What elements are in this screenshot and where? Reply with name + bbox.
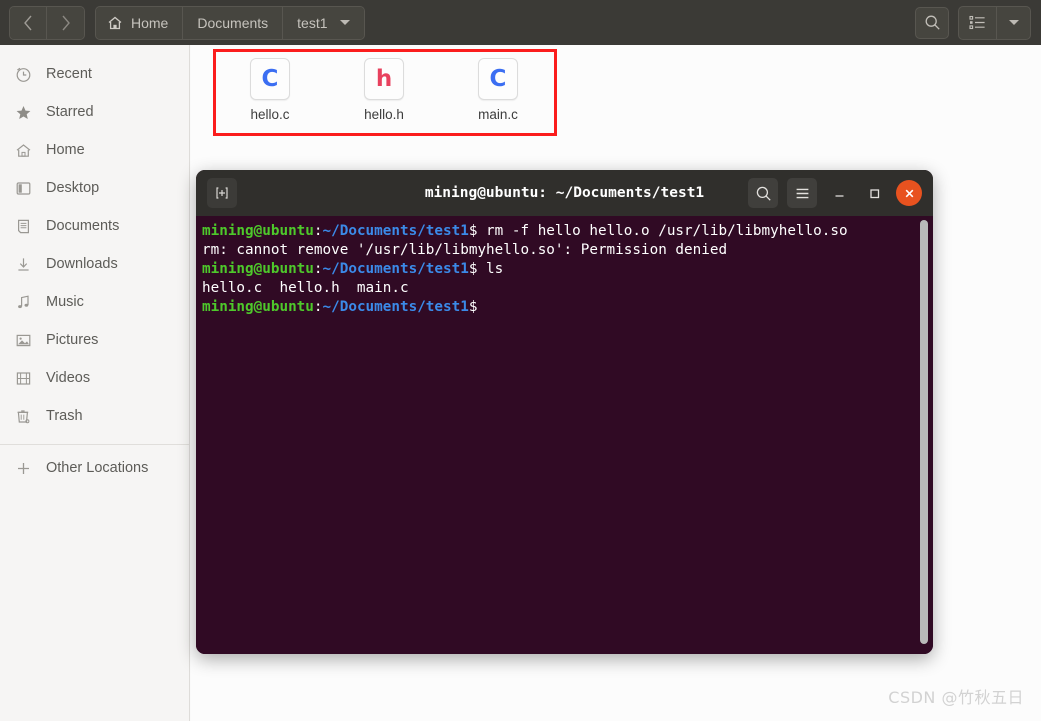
terminal-minimize-button[interactable] [826, 178, 852, 208]
chevron-left-icon [23, 15, 33, 31]
picture-icon [14, 331, 32, 349]
terminal-line: mining@ubuntu:~/Documents/test1$ ls [202, 260, 933, 279]
output-text: rm: cannot remove '/usr/lib/libmyhello.s… [202, 242, 727, 258]
sidebar-item-music[interactable]: Music [0, 283, 189, 321]
sidebar-item-home[interactable]: Home [0, 131, 189, 169]
forward-button[interactable] [47, 7, 84, 39]
plus-icon [14, 459, 32, 477]
file-manager-header: Home Documents test1 [0, 0, 1041, 45]
breadcrumb-label-documents: Documents [197, 15, 268, 31]
watermark: CSDN @竹秋五日 [888, 684, 1024, 708]
chevron-right-icon [61, 15, 71, 31]
list-view-button[interactable] [959, 7, 997, 39]
navigation-buttons [9, 6, 85, 40]
output-text: hello.c hello.h main.c [202, 280, 409, 296]
terminal-search-button[interactable] [748, 178, 778, 208]
desktop-icon [14, 179, 32, 197]
view-options-group [958, 6, 1031, 40]
terminal-output[interactable]: mining@ubuntu:~/Documents/test1$ rm -f h… [196, 216, 933, 654]
sidebar: Recent Starred Home [0, 45, 190, 721]
sidebar-label-trash: Trash [46, 408, 83, 424]
highlight-annotation-box [213, 49, 557, 136]
clock-icon [14, 65, 32, 83]
trash-icon [14, 407, 32, 425]
home-icon [14, 141, 32, 159]
film-icon [14, 369, 32, 387]
terminal-line: rm: cannot remove '/usr/lib/libmyhello.s… [202, 241, 933, 260]
header-right-group [915, 6, 1031, 40]
document-icon [14, 217, 32, 235]
terminal-titlebar: mining@ubuntu: ~/Documents/test1 [196, 170, 933, 216]
sidebar-label-music: Music [46, 294, 84, 310]
terminal-menu-button[interactable] [787, 178, 817, 208]
prompt-user-host: mining@ubuntu [202, 261, 314, 277]
chevron-down-icon [340, 20, 350, 25]
sidebar-label-desktop: Desktop [46, 180, 99, 196]
terminal-line: mining@ubuntu:~/Documents/test1$ rm -f h… [202, 222, 933, 241]
minimize-icon [832, 186, 847, 201]
prompt-user-host: mining@ubuntu [202, 223, 314, 239]
sidebar-label-starred: Starred [46, 104, 94, 120]
sidebar-item-videos[interactable]: Videos [0, 359, 189, 397]
download-icon [14, 255, 32, 273]
sidebar-label-videos: Videos [46, 370, 90, 386]
breadcrumb: Home Documents test1 [95, 6, 365, 40]
breadcrumb-label-home: Home [131, 15, 168, 31]
sidebar-label-other-locations: Other Locations [46, 460, 148, 476]
prompt-separator: : [314, 261, 323, 277]
back-button[interactable] [10, 7, 47, 39]
prompt-user-host: mining@ubuntu [202, 299, 314, 315]
close-icon [903, 187, 916, 200]
sidebar-label-pictures: Pictures [46, 332, 98, 348]
sidebar-item-downloads[interactable]: Downloads [0, 245, 189, 283]
breadcrumb-item-home[interactable]: Home [96, 7, 183, 39]
terminal-line: hello.c hello.h main.c [202, 279, 933, 298]
terminal-close-button[interactable] [896, 180, 922, 206]
sidebar-item-other-locations[interactable]: Other Locations [0, 449, 189, 487]
sidebar-label-recent: Recent [46, 66, 92, 82]
breadcrumb-label-test1: test1 [297, 15, 327, 31]
sidebar-label-home: Home [46, 142, 85, 158]
terminal-scrollbar[interactable] [920, 220, 928, 644]
prompt-separator: : [314, 299, 323, 315]
prompt-path: ~/Documents/test1 [323, 299, 469, 315]
sidebar-label-downloads: Downloads [46, 256, 118, 272]
hamburger-menu-icon [794, 186, 811, 201]
chevron-down-icon [1009, 20, 1019, 25]
maximize-icon [867, 186, 882, 201]
sidebar-item-pictures[interactable]: Pictures [0, 321, 189, 359]
command-text: $ [469, 299, 486, 315]
command-text: $ ls [469, 261, 503, 277]
terminal-maximize-button[interactable] [861, 178, 887, 208]
breadcrumb-item-test1[interactable]: test1 [283, 7, 363, 39]
home-icon [107, 15, 123, 31]
view-dropdown-button[interactable] [997, 7, 1030, 39]
sidebar-item-desktop[interactable]: Desktop [0, 169, 189, 207]
command-text: $ rm -f hello hello.o /usr/lib/libmyhell… [469, 223, 848, 239]
header-left-group: Home Documents test1 [9, 6, 365, 40]
list-view-icon [969, 15, 986, 30]
search-icon [755, 185, 772, 202]
sidebar-item-documents[interactable]: Documents [0, 207, 189, 245]
prompt-separator: : [314, 223, 323, 239]
star-icon [14, 103, 32, 121]
sidebar-item-starred[interactable]: Starred [0, 93, 189, 131]
breadcrumb-item-documents[interactable]: Documents [183, 7, 283, 39]
sidebar-divider [0, 444, 189, 445]
prompt-path: ~/Documents/test1 [323, 261, 469, 277]
terminal-window: mining@ubuntu: ~/Documents/test1 [196, 170, 933, 654]
new-tab-button[interactable] [207, 178, 237, 208]
new-tab-icon [214, 185, 230, 201]
sidebar-label-documents: Documents [46, 218, 119, 234]
sidebar-item-trash[interactable]: Trash [0, 397, 189, 435]
search-button[interactable] [915, 7, 949, 39]
music-note-icon [14, 293, 32, 311]
terminal-line: mining@ubuntu:~/Documents/test1$ [202, 298, 933, 317]
search-icon [924, 14, 941, 31]
prompt-path: ~/Documents/test1 [323, 223, 469, 239]
sidebar-item-recent[interactable]: Recent [0, 55, 189, 93]
terminal-controls [748, 178, 922, 208]
